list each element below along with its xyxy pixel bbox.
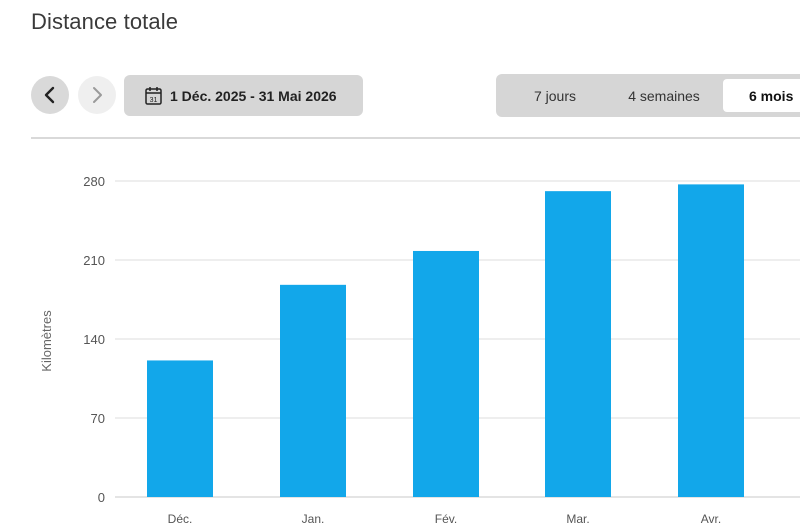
tab-6-months[interactable]: 6 mois: [723, 79, 800, 112]
x-tick-label: Mar.: [566, 512, 589, 526]
chevron-right-icon: [93, 87, 102, 103]
bar-5: [678, 184, 744, 497]
y-tick-label: 140: [83, 332, 105, 347]
calendar-icon: 31: [145, 87, 162, 105]
date-range-picker[interactable]: 31 1 Déc. 2025 - 31 Mai 2026: [124, 75, 363, 116]
bar-4: [545, 191, 611, 497]
calendar-icon-day: 31: [150, 97, 158, 104]
date-range-label: 1 Déc. 2025 - 31 Mai 2026: [170, 87, 337, 104]
y-tick-label: 70: [91, 411, 105, 426]
header-divider: [31, 137, 800, 139]
x-tick-label: Avr.: [701, 512, 721, 526]
tab-4-weeks[interactable]: 4 semaines: [614, 79, 714, 112]
distance-bar-chart: 0 70 140 210 280 Kilomètres Déc. Jan. Fév. Mar. Av…: [39, 174, 800, 526]
page-title: Distance totale: [31, 9, 179, 34]
tab-7-days[interactable]: 7 jours: [496, 79, 614, 112]
y-tick-label: 0: [98, 490, 105, 505]
x-tick-label: Déc.: [168, 512, 193, 526]
x-tick-label: Jan.: [302, 512, 325, 526]
bar-2: [280, 284, 346, 497]
previous-period-button[interactable]: [31, 76, 69, 114]
period-selector: 7 jours 4 semaines 6 mois: [496, 74, 800, 117]
bar-3: [413, 250, 479, 497]
bar-1: [147, 360, 213, 497]
next-period-button[interactable]: [78, 76, 116, 114]
x-tick-label: Fév.: [435, 512, 457, 526]
chevron-left-icon: [44, 86, 55, 104]
y-tick-label: 280: [83, 174, 105, 189]
y-axis-label: Kilomètres: [39, 310, 54, 372]
y-tick-label: 210: [83, 253, 105, 268]
